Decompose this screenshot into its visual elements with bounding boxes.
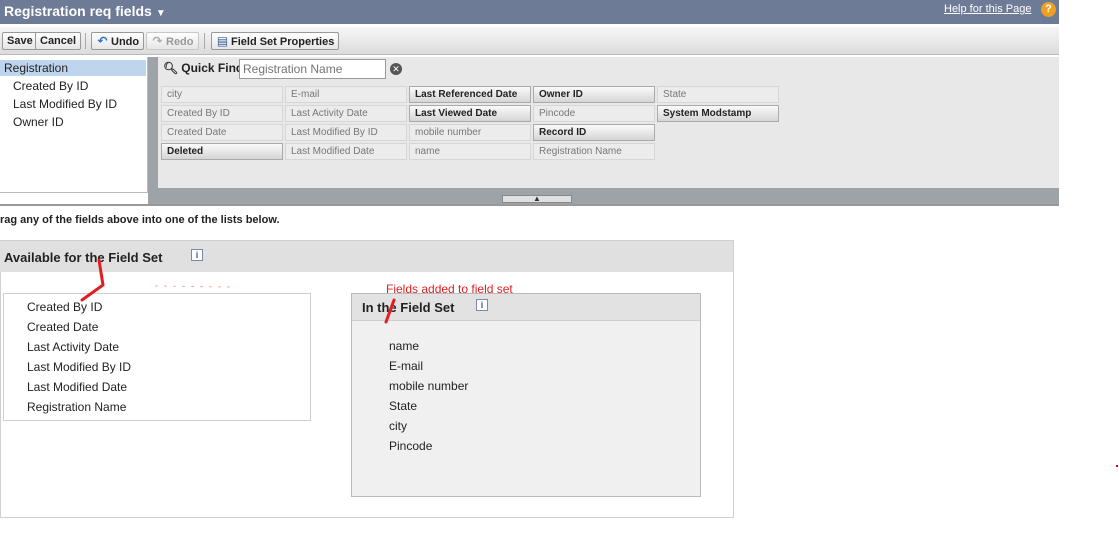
annotation-arrow-left	[80, 258, 105, 302]
annotation-dot	[1116, 465, 1118, 467]
annotation-strokes	[80, 258, 396, 324]
annotation-faint-stroke	[154, 285, 231, 288]
annotation-arrow-right	[384, 298, 396, 324]
